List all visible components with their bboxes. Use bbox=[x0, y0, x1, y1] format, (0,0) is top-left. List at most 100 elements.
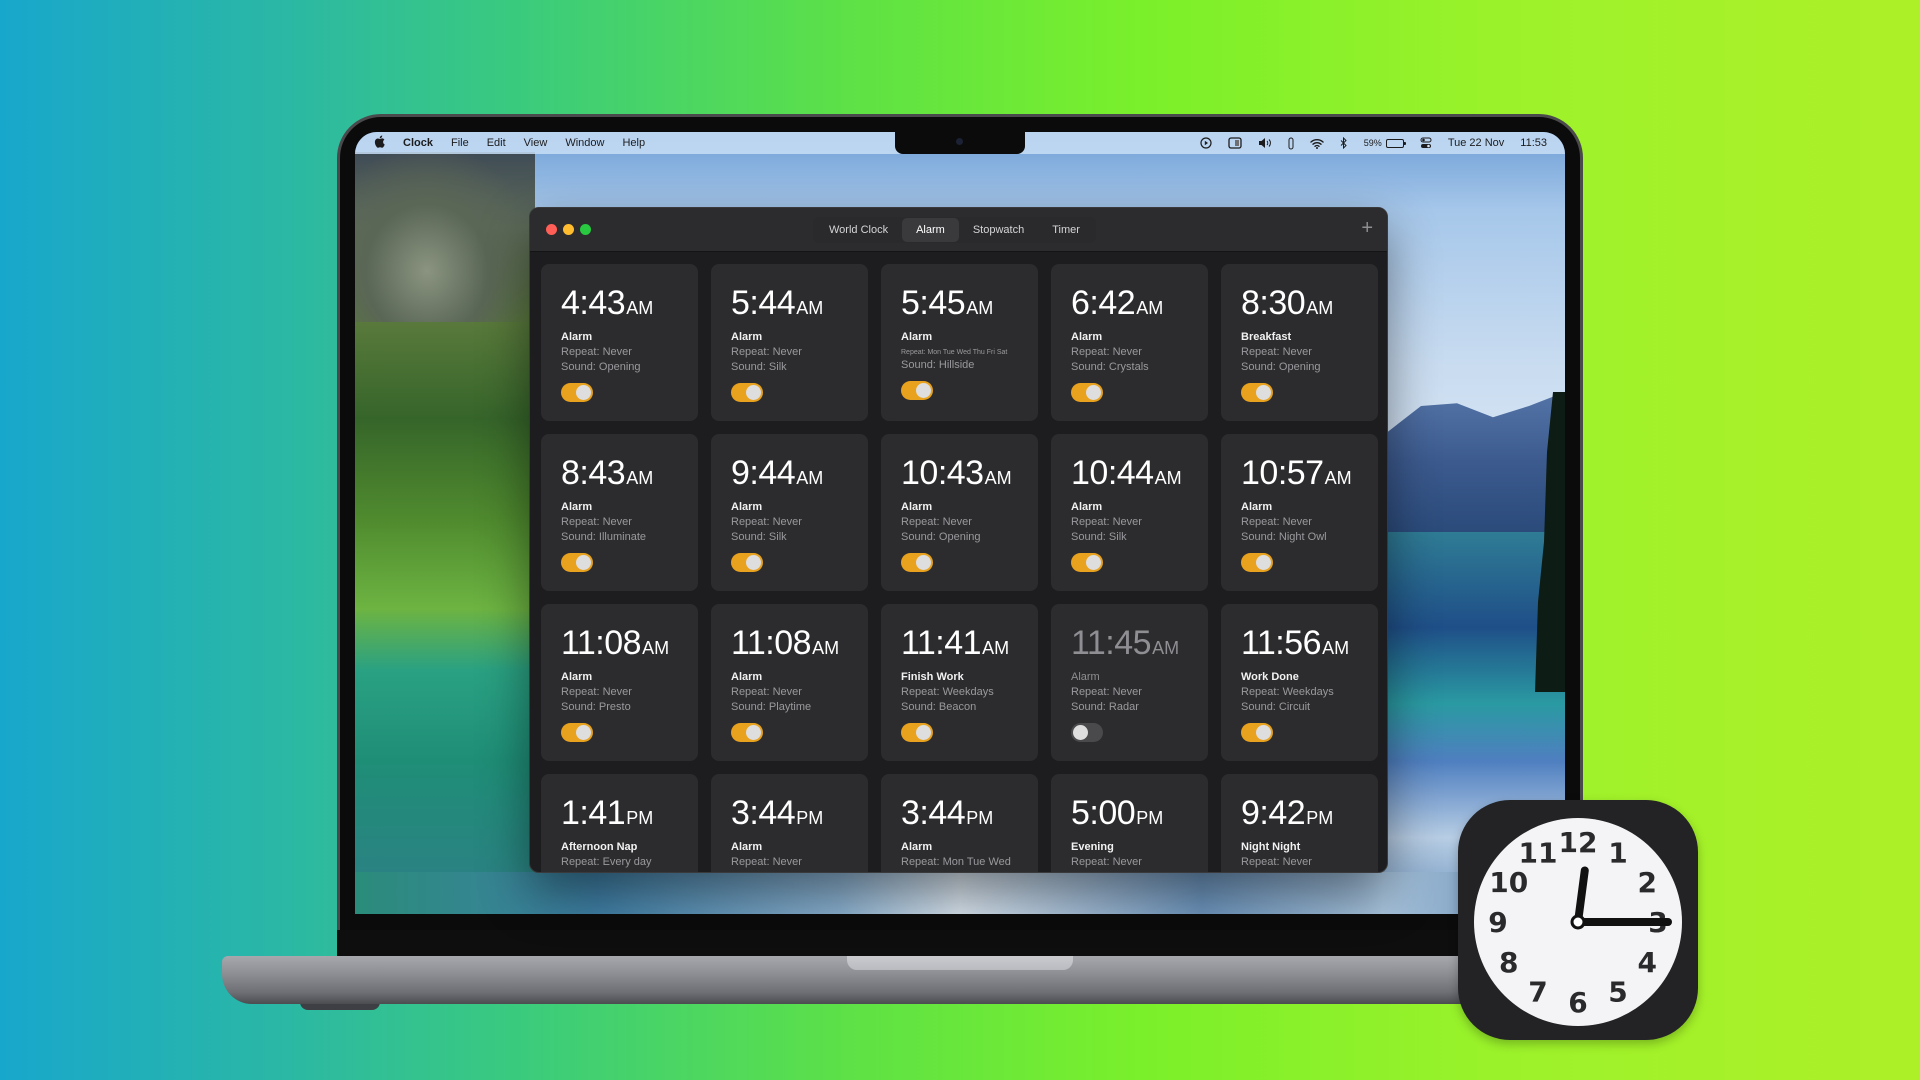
menubar-date[interactable]: Tue 22 Nov bbox=[1448, 137, 1504, 149]
alarm-card[interactable]: 11:45AM Alarm Repeat: Never Sound: Radar bbox=[1051, 604, 1208, 761]
alarm-card[interactable]: 8:43AM Alarm Repeat: Never Sound: Illuminat… bbox=[541, 434, 698, 591]
alarm-card[interactable]: 5:45AM Alarm Repeat: Mon Tue Wed Thu Fri S… bbox=[881, 264, 1038, 421]
alarm-toggle[interactable] bbox=[1071, 723, 1103, 742]
window-titlebar: World Clock Alarm Stopwatch Timer + bbox=[530, 208, 1387, 252]
pen-icon[interactable] bbox=[1288, 137, 1294, 150]
add-alarm-button[interactable]: + bbox=[1361, 218, 1373, 238]
alarm-time: 11:41AM bbox=[901, 624, 1038, 667]
alarm-time-value: 8:43 bbox=[561, 454, 626, 492]
toggle-knob bbox=[746, 385, 761, 400]
alarm-toggle[interactable] bbox=[561, 383, 593, 402]
bluetooth-icon[interactable] bbox=[1340, 137, 1348, 149]
clock-numeral: 11 bbox=[1519, 837, 1558, 870]
toggle-knob bbox=[1086, 555, 1101, 570]
alarm-sound: Sound: Hillside bbox=[901, 359, 975, 371]
clock-numeral: 9 bbox=[1488, 906, 1507, 939]
volume-icon[interactable] bbox=[1258, 137, 1272, 149]
alarm-card[interactable]: 11:41AM Finish Work Repeat: Weekdays Sound:… bbox=[881, 604, 1038, 761]
close-button[interactable] bbox=[546, 224, 557, 235]
wifi-icon[interactable] bbox=[1310, 138, 1324, 149]
alarm-toggle[interactable] bbox=[1241, 383, 1273, 402]
alarm-toggle[interactable] bbox=[731, 553, 763, 572]
screen-record-icon[interactable] bbox=[1200, 137, 1212, 149]
alarm-sound: Sound: Crystals bbox=[1071, 361, 1149, 373]
alarm-repeat: Repeat: Mon Tue Wed Thu Fri Sat bbox=[901, 349, 1008, 356]
alarm-sound: Sound: Beacon bbox=[901, 701, 977, 713]
alarm-repeat: Repeat: Every day bbox=[561, 856, 652, 868]
clock-face: 121234567891011 bbox=[1474, 818, 1682, 1026]
toggle-knob bbox=[576, 555, 591, 570]
toggle-knob bbox=[576, 385, 591, 400]
alarm-repeat: Repeat: Never bbox=[731, 346, 802, 358]
alarm-toggle[interactable] bbox=[901, 381, 933, 400]
alarm-card[interactable]: 9:44AM Alarm Repeat: Never Sound: Silk bbox=[711, 434, 868, 591]
alarm-toggle[interactable] bbox=[1241, 553, 1273, 572]
alarm-time-value: 11:41 bbox=[901, 624, 982, 662]
alarm-card[interactable]: 11:56AM Work Done Repeat: Weekdays Sound: C… bbox=[1221, 604, 1378, 761]
alarm-toggle[interactable] bbox=[731, 723, 763, 742]
alarm-toggle[interactable] bbox=[731, 383, 763, 402]
menu-view[interactable]: View bbox=[524, 137, 548, 149]
alarm-ampm: AM bbox=[796, 468, 824, 488]
alarm-repeat: Repeat: Mon Tue Wed bbox=[901, 856, 1011, 868]
alarm-toggle[interactable] bbox=[1071, 383, 1103, 402]
alarm-toggle[interactable] bbox=[901, 553, 933, 572]
alarm-card[interactable]: 3:44PM Alarm Repeat: Mon Tue Wed bbox=[881, 774, 1038, 872]
alarm-card[interactable]: 3:44PM Alarm Repeat: Never bbox=[711, 774, 868, 872]
alarm-toggle[interactable] bbox=[1241, 723, 1273, 742]
alarm-time: 9:44AM bbox=[731, 454, 868, 497]
battery-icon bbox=[1385, 138, 1406, 148]
alarm-label: Alarm bbox=[731, 501, 763, 513]
alarm-card[interactable]: 8:30AM Breakfast Repeat: Never Sound: Openi… bbox=[1221, 264, 1378, 421]
menubar-time[interactable]: 11:53 bbox=[1520, 137, 1547, 149]
alarm-time-value: 11:56 bbox=[1241, 624, 1322, 662]
alarm-card[interactable]: 5:00PM Evening Repeat: Never bbox=[1051, 774, 1208, 872]
minimize-button[interactable] bbox=[563, 224, 574, 235]
alarm-time-value: 11:45 bbox=[1071, 624, 1152, 662]
alarm-card[interactable]: 4:43AM Alarm Repeat: Never Sound: Opening bbox=[541, 264, 698, 421]
alarm-label: Work Done bbox=[1241, 671, 1299, 683]
apple-logo-icon[interactable] bbox=[373, 135, 385, 151]
battery-indicator[interactable]: 59% bbox=[1364, 138, 1406, 148]
menu-edit[interactable]: Edit bbox=[487, 137, 506, 149]
alarm-card[interactable]: 6:42AM Alarm Repeat: Never Sound: Crystals bbox=[1051, 264, 1208, 421]
alarm-grid: 4:43AM Alarm Repeat: Never Sound: Opening 5:… bbox=[541, 264, 1378, 872]
alarm-card[interactable]: 9:42PM Night Night Repeat: Never bbox=[1221, 774, 1378, 872]
alarm-ampm: PM bbox=[1136, 808, 1164, 828]
alarm-repeat: Repeat: Never bbox=[731, 516, 802, 528]
alarm-time: 10:44AM bbox=[1071, 454, 1208, 497]
menu-file[interactable]: File bbox=[451, 137, 469, 149]
alarm-card[interactable]: 11:08AM Alarm Repeat: Never Sound: Playtime bbox=[711, 604, 868, 761]
alarm-card[interactable]: 5:44AM Alarm Repeat: Never Sound: Silk bbox=[711, 264, 868, 421]
tab-alarm[interactable]: Alarm bbox=[902, 218, 959, 242]
alarm-time: 6:42AM bbox=[1071, 284, 1208, 327]
tab-stopwatch[interactable]: Stopwatch bbox=[959, 218, 1038, 242]
alarm-time: 10:43AM bbox=[901, 454, 1038, 497]
alarm-ampm: PM bbox=[1306, 808, 1334, 828]
alarm-card[interactable]: 1:41PM Afternoon Nap Repeat: Every day bbox=[541, 774, 698, 872]
alarm-card[interactable]: 11:08AM Alarm Repeat: Never Sound: Presto bbox=[541, 604, 698, 761]
alarm-card[interactable]: 10:43AM Alarm Repeat: Never Sound: Opening bbox=[881, 434, 1038, 591]
alarm-toggle[interactable] bbox=[561, 553, 593, 572]
alarm-card[interactable]: 10:57AM Alarm Repeat: Never Sound: Night Ow… bbox=[1221, 434, 1378, 591]
alarm-ampm: AM bbox=[626, 468, 654, 488]
control-center-icon[interactable] bbox=[1420, 137, 1432, 149]
alarm-repeat: Repeat: Never bbox=[561, 686, 632, 698]
alarm-toggle[interactable] bbox=[901, 723, 933, 742]
alarm-toggle[interactable] bbox=[561, 723, 593, 742]
menu-app-name[interactable]: Clock bbox=[403, 137, 433, 149]
alarm-sound: Sound: Opening bbox=[1241, 361, 1321, 373]
alarm-ampm: AM bbox=[1306, 298, 1334, 318]
tab-world-clock[interactable]: World Clock bbox=[815, 218, 902, 242]
window-controls bbox=[530, 224, 591, 235]
menu-help[interactable]: Help bbox=[622, 137, 645, 149]
alarm-card[interactable]: 10:44AM Alarm Repeat: Never Sound: Silk bbox=[1051, 434, 1208, 591]
alarm-ampm: AM bbox=[966, 298, 994, 318]
alarm-toggle[interactable] bbox=[1071, 553, 1103, 572]
alarm-time: 1:41PM bbox=[561, 794, 698, 837]
zoom-button[interactable] bbox=[580, 224, 591, 235]
display-icon[interactable] bbox=[1228, 137, 1242, 149]
tab-timer[interactable]: Timer bbox=[1038, 218, 1094, 242]
alarm-time-value: 11:08 bbox=[561, 624, 642, 662]
menu-window[interactable]: Window bbox=[565, 137, 604, 149]
